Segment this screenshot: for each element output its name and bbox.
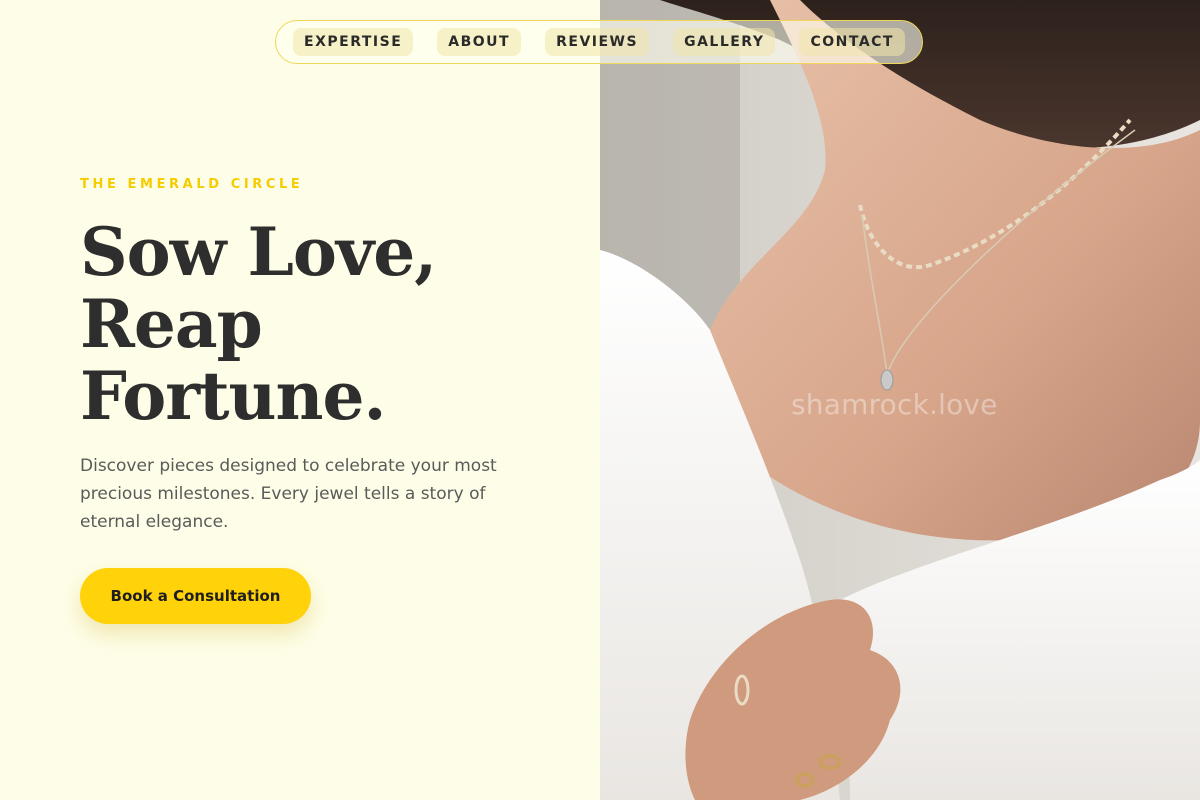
nav-item-about[interactable]: ABOUT — [437, 28, 522, 56]
hero-headline: Sow Love, Reap Fortune. — [80, 216, 560, 432]
hero-eyebrow: THE EMERALD CIRCLE — [80, 177, 304, 192]
page: shamrock.love EXPERTISE ABOUT REVIEWS GA… — [0, 0, 1200, 800]
hero-description: Discover pieces designed to celebrate yo… — [80, 456, 497, 532]
headline-line-1: Sow Love, — [80, 213, 437, 291]
hero-photo: shamrock.love — [600, 0, 1200, 800]
headline-line-3: Fortune. — [80, 357, 386, 435]
book-consultation-button[interactable]: Book a Consultation — [80, 568, 311, 624]
nav-item-reviews[interactable]: REVIEWS — [545, 28, 650, 56]
nav-item-expertise[interactable]: EXPERTISE — [293, 28, 414, 56]
headline-line-2: Reap — [80, 285, 263, 363]
watermark-text: shamrock.love — [791, 388, 998, 421]
nav-item-contact[interactable]: CONTACT — [799, 28, 905, 56]
nav-item-gallery[interactable]: GALLERY — [673, 28, 776, 56]
top-nav: EXPERTISE ABOUT REVIEWS GALLERY CONTACT — [275, 20, 923, 64]
